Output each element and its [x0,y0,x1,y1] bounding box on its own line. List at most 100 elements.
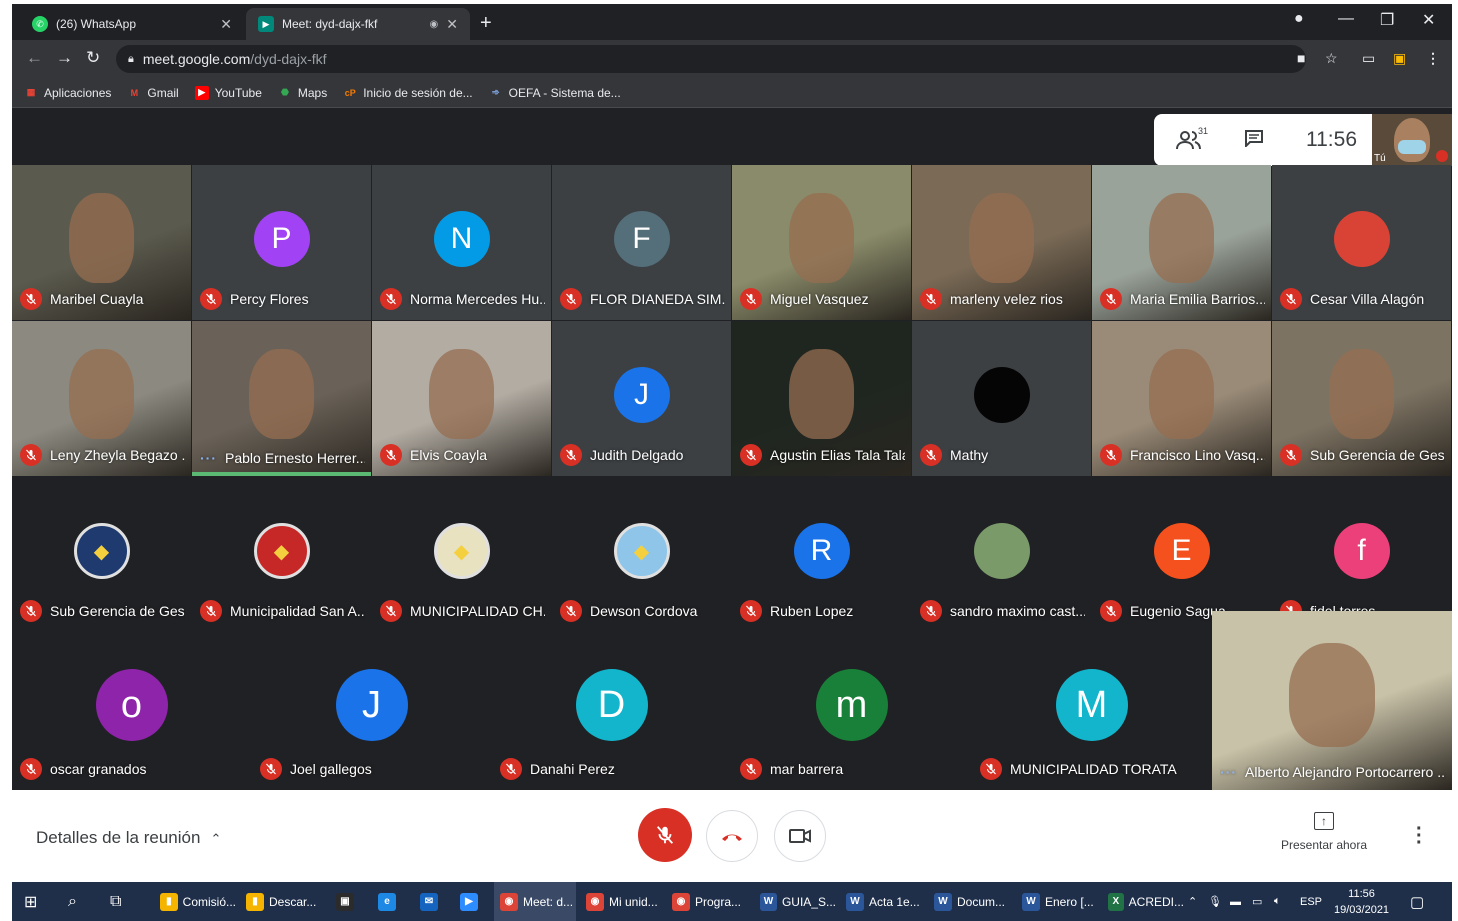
taskbar-item[interactable]: ✉ [414,882,450,921]
participant-tile[interactable]: N Norma Mercedes Hu... [372,165,551,320]
more-options-icon[interactable]: · · · [1416,819,1423,853]
leave-call-button[interactable] [706,810,758,862]
maximize-button[interactable]: ❐ [1380,10,1394,30]
browser-menu-icon[interactable]: ⋮ [1426,50,1440,67]
bookmark-apps[interactable]: ▦ Aplicaciones [24,86,112,100]
task-view-icon[interactable]: ⧉ [110,882,121,921]
participant-avatar-letter: M [1055,669,1128,741]
participant-tile[interactable]: E Eugenio Sagua [1092,477,1271,632]
participant-tile[interactable]: sandro maximo cast... [912,477,1091,632]
taskbar-item[interactable]: ▮ Comisió... [154,882,236,921]
taskbar-clock[interactable]: 11:56 19/03/2021 [1334,886,1389,918]
participant-tile[interactable]: Maribel Cuayla [12,165,191,320]
participant-tile[interactable]: ◆ Municipalidad San A... [192,477,371,632]
close-tab-icon[interactable]: ✕ [446,16,458,33]
mic-off-icon [1280,288,1302,310]
battery-icon[interactable]: ▬ [1230,882,1241,921]
participant-tile[interactable]: ··· Alberto Alejandro Portocarrero ... [1212,611,1452,790]
meeting-controls: Detalles de la reunión ⌃ ↑ Presentar ahor… [12,790,1452,882]
participant-tile[interactable]: m mar barrera [732,633,971,790]
participant-tile[interactable]: o oscar granados [12,633,251,790]
taskbar-item[interactable]: ◉ Mi unid... [580,882,662,921]
participant-tile[interactable]: F FLOR DIANEDA SIM... [552,165,731,320]
participant-tile[interactable]: Miguel Vasquez [732,165,911,320]
self-view-tile[interactable]: Tú [1372,114,1452,166]
participant-tile[interactable]: ··· Pablo Ernesto Herrer... [192,321,371,476]
close-window-button[interactable]: ✕ [1422,10,1435,30]
network-icon[interactable]: ▭ [1252,882,1262,921]
participant-tile[interactable]: R Ruben Lopez [732,477,911,632]
taskbar-item[interactable]: ▶ [454,882,490,921]
tab-meet[interactable]: ▶ Meet: dyd-dajx-fkf ◉ ✕ [246,8,470,40]
mic-off-icon [920,288,942,310]
language-indicator[interactable]: ESP [1300,882,1322,921]
participant-name-bar: Ruben Lopez [740,600,905,622]
cast-icon[interactable]: ▭ [1362,50,1375,67]
participant-tile[interactable]: Francisco Lino Vasq... [1092,321,1271,476]
forward-button[interactable]: → [56,48,73,68]
chat-icon[interactable] [1244,129,1264,147]
notifications-icon[interactable]: ▢ [1410,882,1424,921]
volume-icon[interactable]: 🔈︎ [1274,882,1281,921]
start-button[interactable]: ⊞ [24,882,37,921]
profile-icon[interactable]: ● [1294,10,1304,28]
apps-grid-icon: ▦ [26,87,36,97]
participant-tile[interactable]: Leny Zheyla Begazo ... [12,321,191,476]
meeting-details-button[interactable]: Detalles de la reunión ⌃ [36,828,221,848]
taskbar-item[interactable]: ◉ Meet: d... [494,882,576,921]
participant-avatar-letter: J [335,669,408,741]
word-icon: W [1022,892,1040,911]
taskbar-item[interactable]: X ACREDI... [1102,882,1184,921]
new-tab-button[interactable]: + [480,12,492,35]
search-icon[interactable]: ⌕ [68,882,77,921]
close-tab-icon[interactable]: ✕ [220,16,232,33]
participant-logo-avatar: ◆ [253,523,310,579]
participant-tile[interactable]: Mathy [912,321,1091,476]
chevron-up-icon[interactable]: ⌃ [1188,882,1197,921]
camera-in-use-icon[interactable]: ■ [1297,50,1305,66]
participant-tile[interactable]: Maria Emilia Barrios... [1092,165,1271,320]
participant-tile[interactable]: D Danahi Perez [492,633,731,790]
participant-tile[interactable]: Sub Gerencia de Ges... [1272,321,1451,476]
reload-button[interactable]: ↻ [86,48,100,68]
taskbar-item[interactable]: W Docum... [928,882,1010,921]
minimize-button[interactable]: — [1338,10,1354,28]
back-button[interactable]: ← [26,48,43,68]
taskbar-item[interactable]: W GUIA_S... [754,882,836,921]
bookmark-oefa[interactable]: ➾ OEFA - Sistema de... [489,86,621,100]
taskbar-item[interactable]: e [372,882,408,921]
taskbar-item[interactable]: ◉ Progra... [666,882,748,921]
participant-tile[interactable]: M MUNICIPALIDAD TORATA [972,633,1211,790]
participant-tile[interactable]: Cesar Villa Alagón [1272,165,1451,320]
participant-tile[interactable]: ffidel torres [1272,477,1451,632]
address-bar[interactable]: 🔒︎ meet.google.com/dyd-dajx-fkf [116,45,1306,73]
microphone-toggle-button[interactable] [638,808,692,862]
participant-tile[interactable]: ◆ MUNICIPALIDAD CH... [372,477,551,632]
mic-off-icon [20,600,42,622]
participant-tile[interactable]: J Judith Delgado [552,321,731,476]
bookmark-youtube[interactable]: ▶ YouTube [194,85,262,100]
participant-tile[interactable]: Elvis Coayla [372,321,551,476]
taskbar-item[interactable]: W Enero [... [1016,882,1098,921]
microphone-tray-icon[interactable]: 🎙︎ [1208,882,1222,921]
tab-title: (26) WhatsApp [56,17,137,31]
bookmark-login[interactable]: cP Inicio de sesión de... [343,86,473,100]
bookmark-gmail[interactable]: M Gmail [127,86,179,100]
participant-tile[interactable]: marleny velez rios [912,165,1091,320]
tab-whatsapp[interactable]: ✆ (26) WhatsApp ✕ [20,8,244,40]
browser-window: ✆ (26) WhatsApp ✕ ▶ Meet: dyd-dajx-fkf ◉… [12,4,1452,921]
present-now-button[interactable]: ↑ Presentar ahora [1274,812,1374,852]
taskbar-item[interactable]: W Acta 1e... [840,882,922,921]
participant-tile[interactable]: P Percy Flores [192,165,371,320]
taskbar-item[interactable]: ▮ Descar... [240,882,322,921]
participant-tile[interactable]: ◆ Dewson Cordova [552,477,731,632]
meet-icon: ▶ [258,16,274,32]
participant-tile[interactable]: J Joel gallegos [252,633,491,790]
camera-toggle-button[interactable] [774,810,826,862]
participant-tile[interactable]: Agustin Elias Tala Tala [732,321,911,476]
bookmark-star-icon[interactable]: ☆ [1325,50,1338,67]
participant-tile[interactable]: ◆ Sub Gerencia de Ges... [12,477,191,632]
taskbar-item[interactable]: ▣ [330,882,366,921]
bookmark-maps[interactable]: ⬣ Maps [278,86,327,100]
extension-icon[interactable]: ▣ [1393,50,1406,67]
